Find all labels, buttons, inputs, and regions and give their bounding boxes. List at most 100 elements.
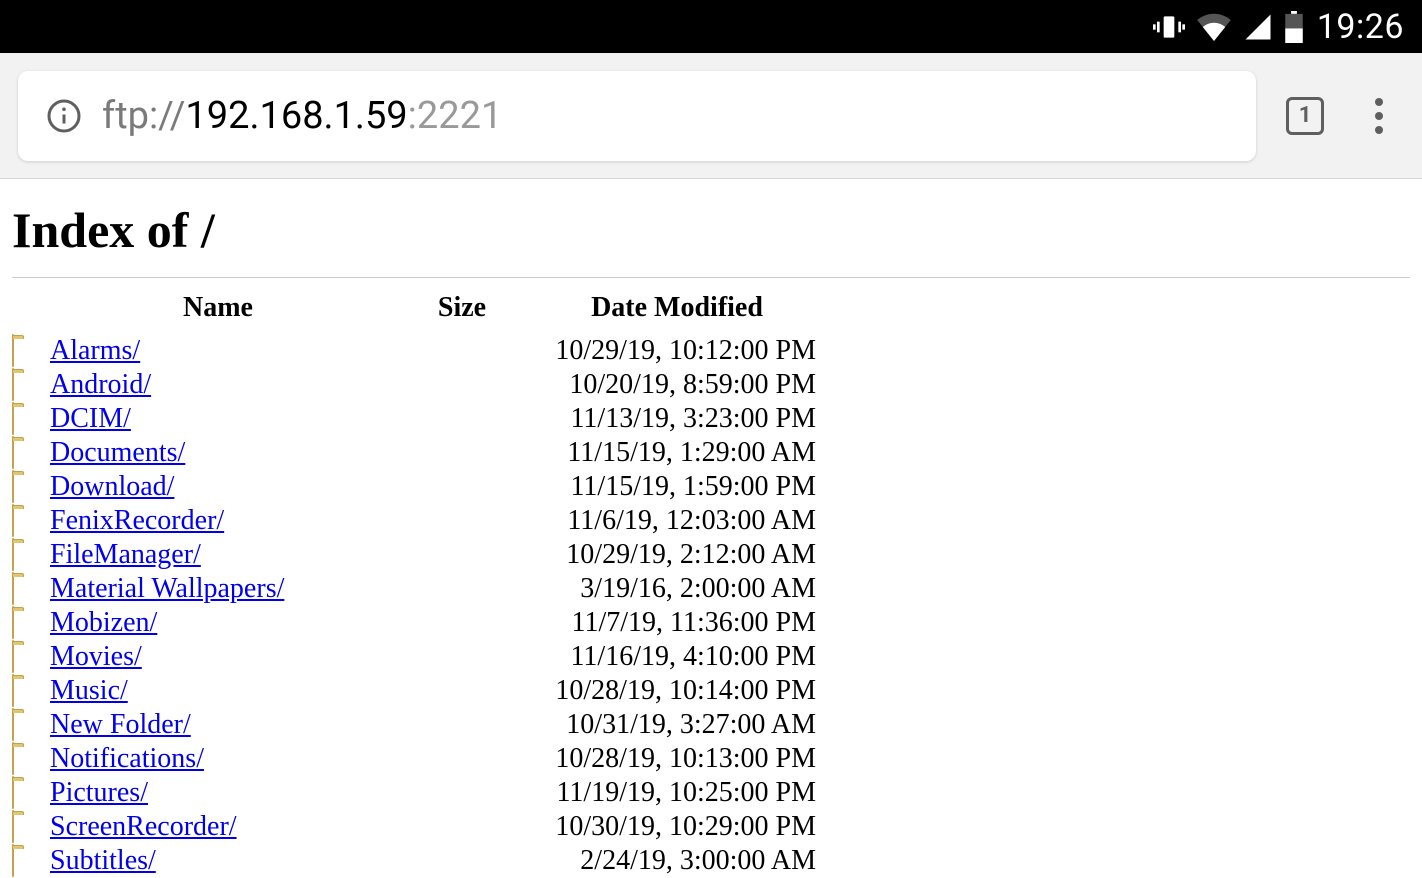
table-row: Music/10/28/19, 10:14:00 PM: [12, 674, 816, 708]
entry-date: 11/16/19, 4:10:00 PM: [538, 640, 816, 674]
entry-link[interactable]: Pictures/: [50, 777, 148, 808]
table-row: Movies/11/16/19, 4:10:00 PM: [12, 640, 816, 674]
url-text: ftp://192.168.1.59:2221: [102, 94, 502, 138]
entry-name: Alarms/: [50, 334, 386, 368]
table-row: Documents/11/15/19, 1:29:00 AM: [12, 436, 816, 470]
entry-link[interactable]: Download/: [50, 471, 174, 502]
table-row: Material Wallpapers/3/19/16, 2:00:00 AM: [12, 572, 816, 606]
entry-name: FenixRecorder/: [50, 504, 386, 538]
table-row: New Folder/10/31/19, 3:27:00 AM: [12, 708, 816, 742]
cellular-icon: [1243, 12, 1273, 42]
overflow-menu-button[interactable]: [1354, 91, 1404, 141]
header-icon-col: [12, 288, 50, 334]
entry-link[interactable]: FileManager/: [50, 539, 201, 570]
folder-icon: [12, 674, 50, 708]
table-row: ScreenRecorder/10/30/19, 10:29:00 PM: [12, 810, 816, 844]
entry-size: [386, 640, 538, 674]
entry-name: Music/: [50, 674, 386, 708]
entry-size: [386, 606, 538, 640]
table-row: Subtitles/2/24/19, 3:00:00 AM: [12, 844, 816, 878]
folder-icon: [12, 742, 50, 776]
status-clock: 19:26: [1317, 7, 1404, 47]
battery-icon: [1285, 11, 1303, 43]
folder-icon: [12, 402, 50, 436]
entry-name: ScreenRecorder/: [50, 810, 386, 844]
vibrate-icon: [1153, 11, 1185, 43]
table-row: FenixRecorder/11/6/19, 12:03:00 AM: [12, 504, 816, 538]
entry-link[interactable]: DCIM/: [50, 403, 131, 434]
entry-name: Movies/: [50, 640, 386, 674]
entry-name: Mobizen/: [50, 606, 386, 640]
entry-date: 11/6/19, 12:03:00 AM: [538, 504, 816, 538]
entry-date: 3/19/16, 2:00:00 AM: [538, 572, 816, 606]
site-info-icon[interactable]: [46, 98, 82, 134]
entry-link[interactable]: FenixRecorder/: [50, 505, 224, 536]
entry-size: [386, 368, 538, 402]
dots-icon: [1375, 98, 1383, 106]
header-name: Name: [50, 288, 386, 334]
directory-listing: Name Size Date Modified Alarms/10/29/19,…: [12, 288, 816, 878]
address-bar[interactable]: ftp://192.168.1.59:2221: [18, 71, 1256, 161]
header-size: Size: [386, 288, 538, 334]
wifi-icon: [1197, 13, 1231, 41]
entry-link[interactable]: Notifications/: [50, 743, 204, 774]
entry-name: Android/: [50, 368, 386, 402]
entry-date: 10/28/19, 10:14:00 PM: [538, 674, 816, 708]
entry-link[interactable]: New Folder/: [50, 709, 191, 740]
folder-icon: [12, 810, 50, 844]
entry-date: 11/7/19, 11:36:00 PM: [538, 606, 816, 640]
entry-size: [386, 844, 538, 878]
folder-icon: [12, 436, 50, 470]
folder-icon: [12, 572, 50, 606]
entry-link[interactable]: Subtitles/: [50, 845, 156, 876]
folder-icon: [12, 776, 50, 810]
entry-link[interactable]: Mobizen/: [50, 607, 157, 638]
entry-link[interactable]: Alarms/: [50, 335, 140, 366]
folder-icon: [12, 538, 50, 572]
table-row: Alarms/10/29/19, 10:12:00 PM: [12, 334, 816, 368]
folder-icon: [12, 640, 50, 674]
entry-name: Subtitles/: [50, 844, 386, 878]
entry-name: Notifications/: [50, 742, 386, 776]
entry-link[interactable]: Material Wallpapers/: [50, 573, 284, 604]
entry-name: Documents/: [50, 436, 386, 470]
entry-size: [386, 674, 538, 708]
entry-size: [386, 504, 538, 538]
page-title: Index of /: [12, 201, 1410, 259]
entry-date: 11/19/19, 10:25:00 PM: [538, 776, 816, 810]
entry-size: [386, 742, 538, 776]
entry-date: 11/15/19, 1:59:00 PM: [538, 470, 816, 504]
table-row: DCIM/11/13/19, 3:23:00 PM: [12, 402, 816, 436]
entry-name: New Folder/: [50, 708, 386, 742]
tab-count-button[interactable]: 1: [1280, 91, 1330, 141]
url-protocol: ftp://: [102, 94, 185, 138]
entry-size: [386, 708, 538, 742]
url-host: 192.168.1.59: [185, 94, 407, 138]
entry-size: [386, 572, 538, 606]
entry-name: Material Wallpapers/: [50, 572, 386, 606]
table-row: Pictures/11/19/19, 10:25:00 PM: [12, 776, 816, 810]
page-content: Index of / Name Size Date Modified Alarm…: [0, 179, 1422, 878]
folder-icon: [12, 504, 50, 538]
entry-size: [386, 402, 538, 436]
table-row: Mobizen/11/7/19, 11:36:00 PM: [12, 606, 816, 640]
entry-date: 11/15/19, 1:29:00 AM: [538, 436, 816, 470]
url-port: :2221: [408, 94, 503, 138]
table-row: Android/10/20/19, 8:59:00 PM: [12, 368, 816, 402]
entry-link[interactable]: Movies/: [50, 641, 142, 672]
table-row: Notifications/10/28/19, 10:13:00 PM: [12, 742, 816, 776]
entry-name: Pictures/: [50, 776, 386, 810]
header-date: Date Modified: [538, 288, 816, 334]
rule: [12, 277, 1410, 278]
entry-link[interactable]: Android/: [50, 369, 151, 400]
entry-link[interactable]: ScreenRecorder/: [50, 811, 237, 842]
folder-icon: [12, 606, 50, 640]
tab-count: 1: [1286, 97, 1324, 135]
entry-date: 10/20/19, 8:59:00 PM: [538, 368, 816, 402]
entry-date: 10/31/19, 3:27:00 AM: [538, 708, 816, 742]
folder-icon: [12, 470, 50, 504]
entry-link[interactable]: Documents/: [50, 437, 185, 468]
entry-name: FileManager/: [50, 538, 386, 572]
entry-link[interactable]: Music/: [50, 675, 128, 706]
entry-date: 2/24/19, 3:00:00 AM: [538, 844, 816, 878]
